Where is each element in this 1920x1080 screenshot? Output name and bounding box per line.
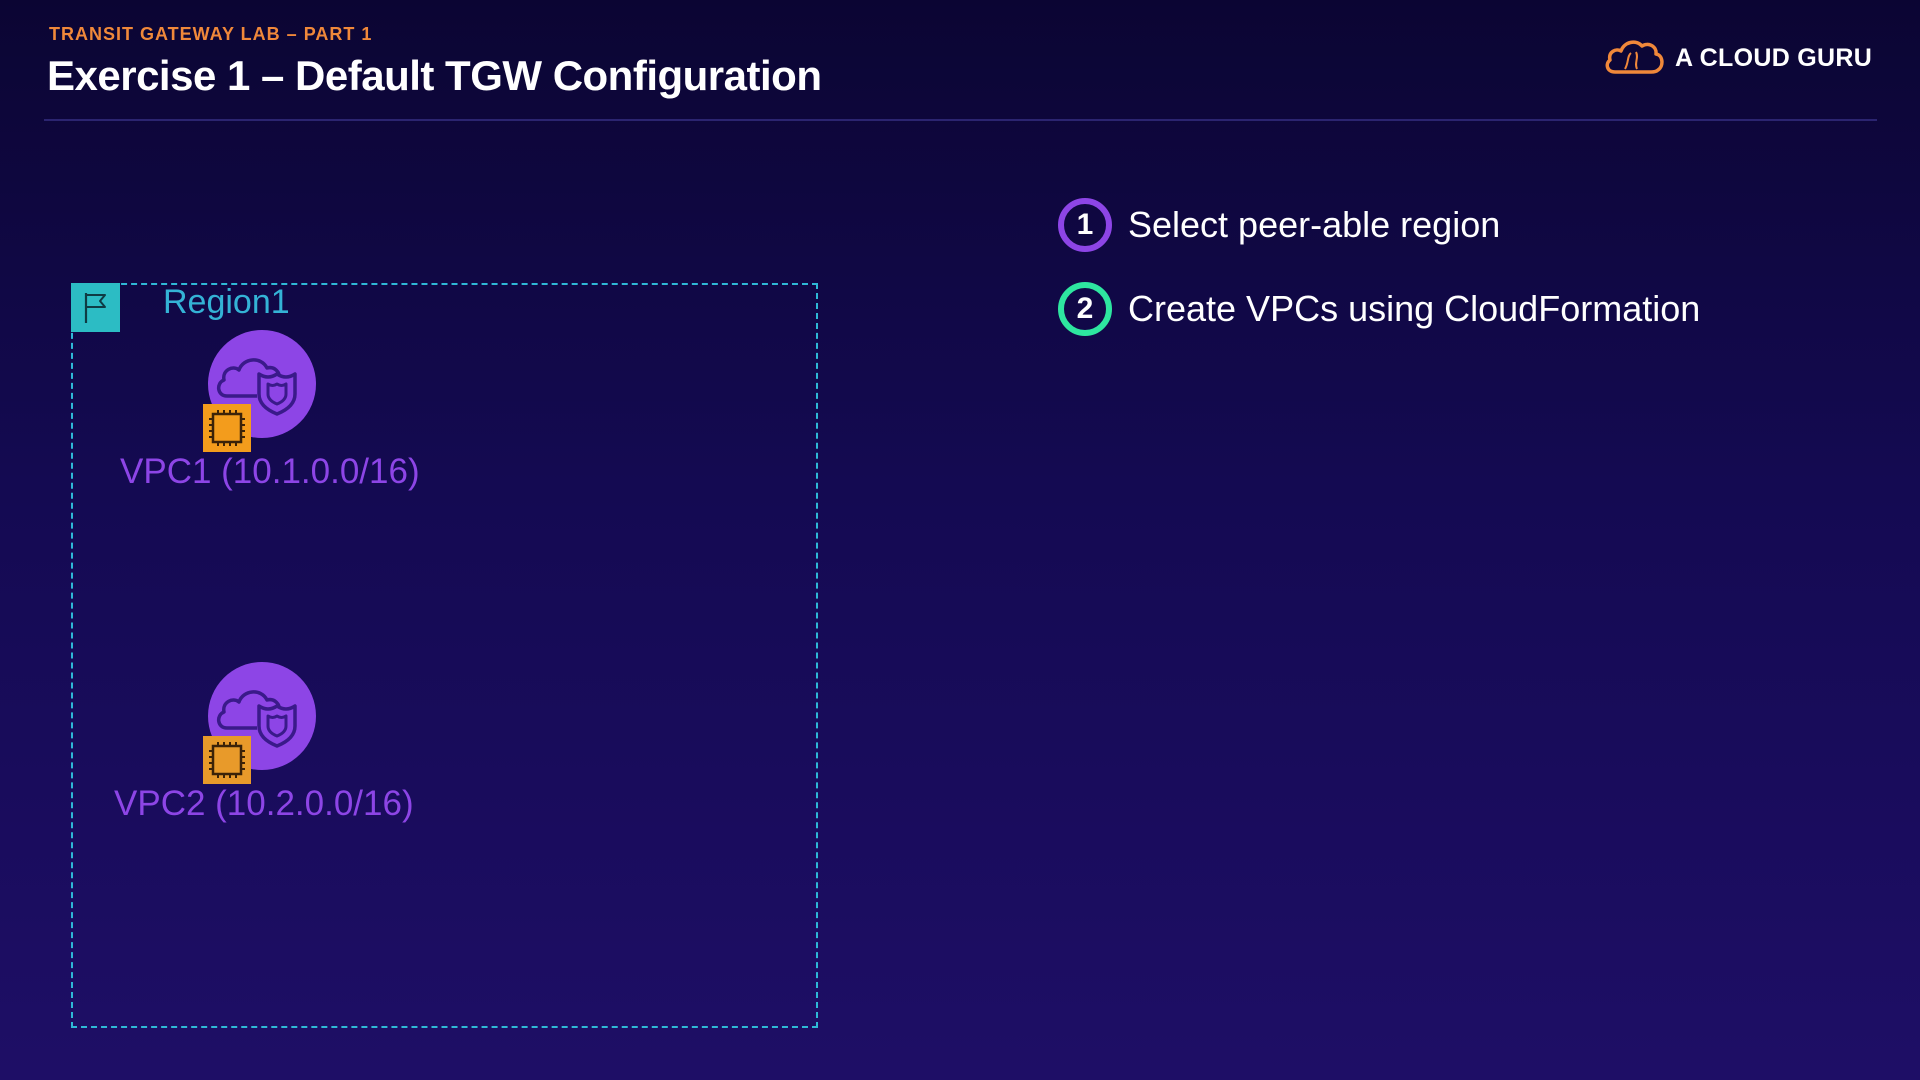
step-number-badge: 2 [1058, 282, 1112, 336]
page-title: Exercise 1 – Default TGW Configuration [47, 52, 822, 99]
brand-name: A CLOUD GURU [1675, 44, 1873, 72]
brand-logo: A CLOUD GURU [1603, 36, 1872, 81]
cloud-logo-icon [1603, 36, 1665, 81]
vpc1-label: VPC1 (10.1.0.0/16) [120, 452, 420, 491]
step-text: Create VPCs using CloudFormation [1128, 288, 1701, 329]
step-2: 2 Create VPCs using CloudFormation [1058, 282, 1700, 336]
section-eyebrow: TRANSIT GATEWAY LAB – PART 1 [49, 24, 373, 44]
header-divider [44, 119, 1877, 121]
ec2-chip-icon [203, 736, 251, 784]
region-boundary [71, 283, 818, 1028]
step-1: 1 Select peer-able region [1058, 198, 1500, 252]
vpc2-label: VPC2 (10.2.0.0/16) [114, 784, 414, 823]
region-label: Region1 [163, 283, 290, 321]
step-text: Select peer-able region [1128, 204, 1501, 245]
vpc-cloud-shield-icon [203, 660, 319, 789]
step-number-badge: 1 [1058, 198, 1112, 252]
vpc-cloud-shield-icon [203, 328, 319, 457]
flag-icon [71, 283, 120, 332]
ec2-chip-icon [203, 404, 251, 452]
